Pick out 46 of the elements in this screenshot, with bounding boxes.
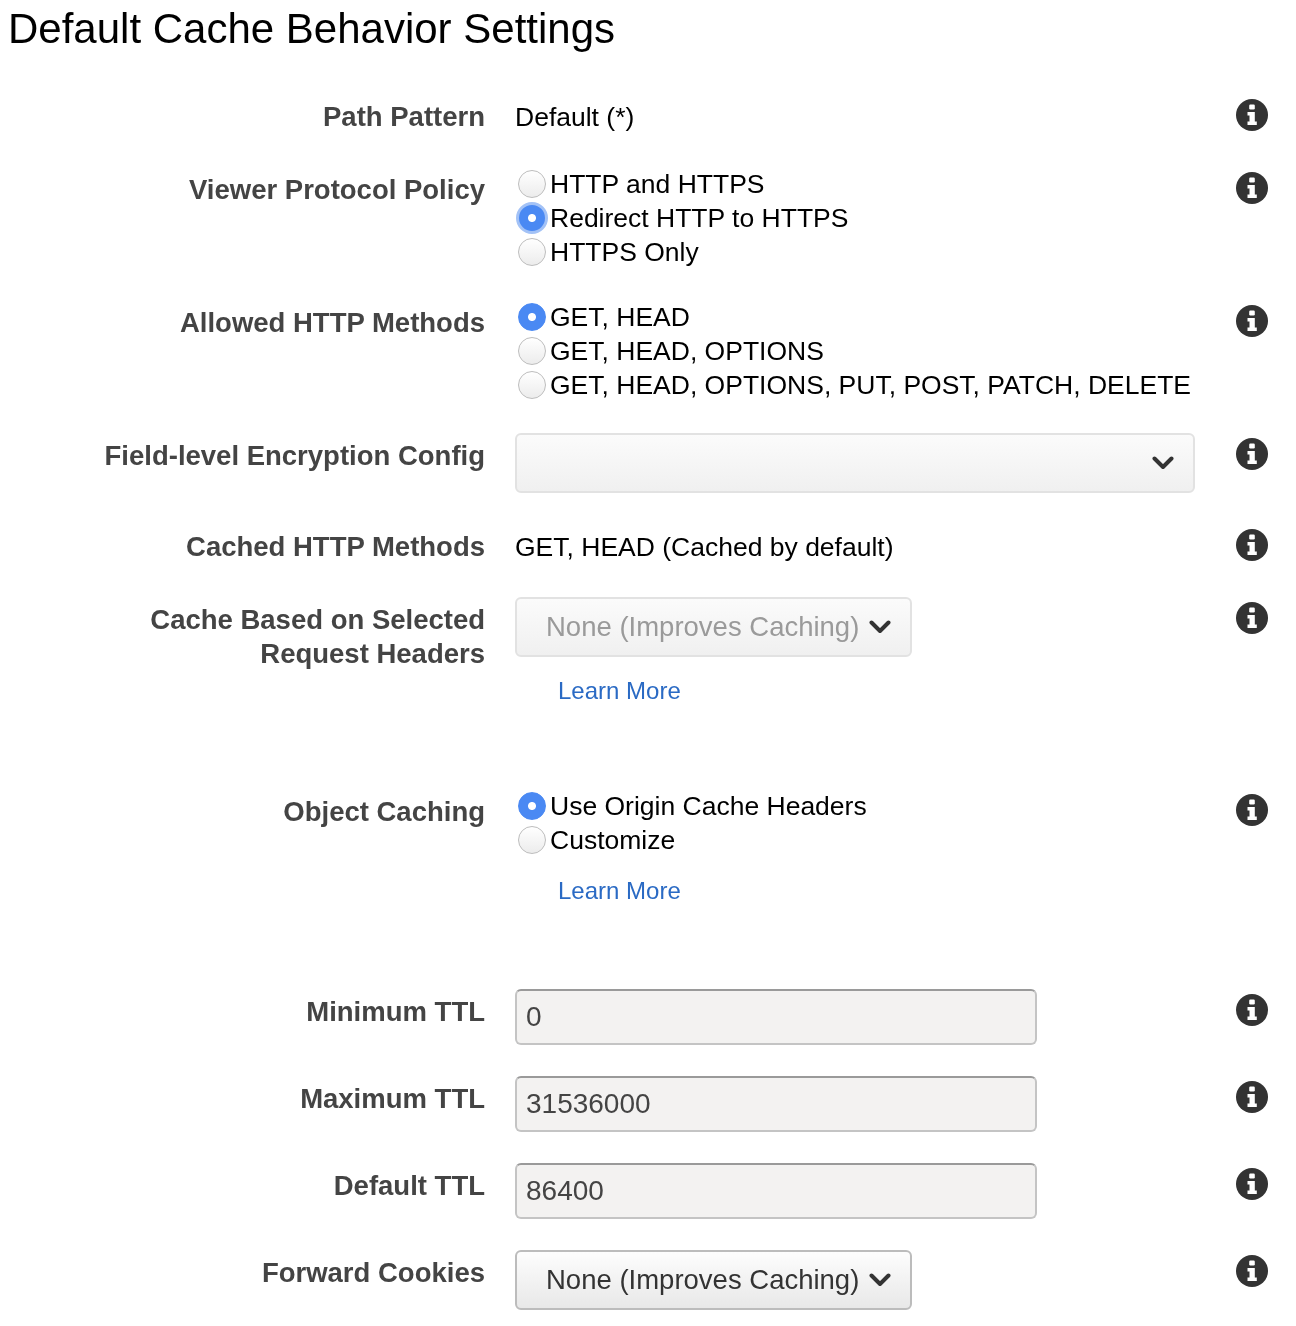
info-icon[interactable] (1236, 602, 1268, 634)
learn-more-link[interactable]: Learn More (558, 877, 681, 904)
chevron-down-icon (1152, 456, 1174, 470)
field-value: Default (*) (515, 101, 635, 134)
field-label: Minimum TTL (306, 995, 485, 1029)
option-label[interactable]: GET, HEAD, OPTIONS, PUT, POST, PATCH, DELETE (550, 368, 1192, 402)
field-label: Field-level Encryption Config (104, 439, 485, 473)
radio-button[interactable] (518, 238, 546, 266)
option-label[interactable]: Customize (550, 823, 676, 857)
option-label[interactable]: Use Origin Cache Headers (550, 789, 867, 823)
radio-button[interactable] (518, 303, 546, 331)
info-icon[interactable] (1236, 529, 1268, 561)
field-label: Path Pattern (323, 100, 485, 134)
info-icon[interactable] (1236, 172, 1268, 204)
radio-button[interactable] (518, 792, 546, 820)
radio-button[interactable] (518, 371, 546, 399)
option-label[interactable]: GET, HEAD (550, 300, 690, 334)
option-label[interactable]: HTTPS Only (550, 235, 699, 269)
field-label: Viewer Protocol Policy (189, 173, 485, 207)
field-value: GET, HEAD (Cached by default) (515, 531, 894, 564)
field-label: Maximum TTL (300, 1082, 485, 1116)
field-label: Forward Cookies (261, 1256, 485, 1290)
chevron-down-icon (869, 1273, 892, 1287)
field-label: Allowed HTTP Methods (179, 306, 485, 340)
info-icon[interactable] (1236, 99, 1268, 131)
option-label[interactable]: HTTP and HTTPS (550, 167, 765, 201)
radio-button[interactable] (516, 202, 548, 234)
field-label: Default TTL (333, 1169, 485, 1203)
field-label: Object Caching (283, 795, 485, 829)
chevron-down-icon (869, 620, 892, 634)
radio-button[interactable] (518, 826, 546, 854)
radio-button[interactable] (518, 170, 546, 198)
option-label[interactable]: GET, HEAD, OPTIONS (550, 334, 824, 368)
dropdown[interactable]: None (Improves Caching) (515, 1250, 913, 1310)
info-icon[interactable] (1236, 1081, 1268, 1113)
option-label[interactable]: Redirect HTTP to HTTPS (550, 201, 849, 235)
info-icon[interactable] (1236, 794, 1268, 826)
field-label: Cached HTTP Methods (186, 530, 485, 564)
info-icon[interactable] (1236, 1255, 1268, 1287)
info-icon[interactable] (1236, 438, 1268, 470)
info-icon[interactable] (1236, 994, 1268, 1026)
radio-button[interactable] (518, 337, 546, 365)
section-title: Default Cache Behavior Settings (8, 4, 616, 54)
info-icon[interactable] (1236, 305, 1268, 337)
info-icon[interactable] (1236, 1168, 1268, 1200)
field-label: Cache Based on Selected Request Headers (149, 603, 485, 671)
